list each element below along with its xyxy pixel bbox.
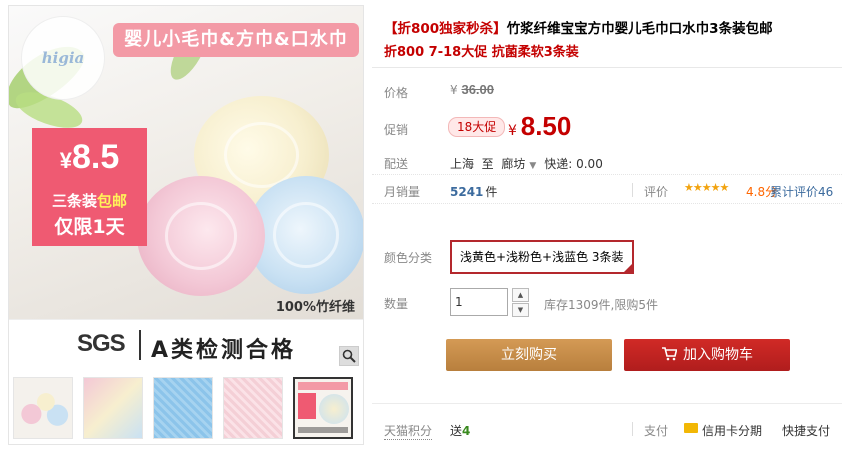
- buy-now-button[interactable]: 立刻购买: [446, 339, 612, 371]
- qty-decrease-button[interactable]: ▼: [512, 303, 529, 317]
- cart-icon: [662, 347, 678, 361]
- badge-line1-a: 三条装: [51, 192, 97, 210]
- badge-price: 8.5: [71, 138, 120, 176]
- promo-currency: ¥: [508, 123, 517, 139]
- thumbnail-2[interactable]: [83, 377, 143, 439]
- sgs-divider: [139, 330, 141, 360]
- brand-logo-text: higia: [41, 49, 85, 67]
- points-label[interactable]: 天猫积分: [384, 422, 433, 440]
- add-to-cart-button[interactable]: 加入购物车: [624, 339, 790, 371]
- installment-text: 信用卡分期: [702, 424, 763, 438]
- title-text: 竹浆纤维宝宝方巾婴儿毛巾口水巾3条装包邮: [506, 21, 773, 37]
- sku-area: 颜色分类 浅黄色+浅粉色+浅蓝色 3条装 数量 1 ▲ ▼ 库存1309件,限购…: [372, 223, 842, 345]
- chevron-down-icon[interactable]: ▼: [529, 161, 536, 171]
- shipping-label: 配送: [384, 157, 409, 171]
- thumbnail-5-caption: [298, 427, 348, 433]
- thumbnail-strip: [9, 371, 363, 444]
- rating-stars-icon: ★★★★★: [684, 181, 729, 194]
- promo-tag: 18大促: [448, 117, 506, 137]
- sales-unit: 件: [485, 185, 498, 199]
- stock-info: 库存1309件,限购5件: [544, 298, 658, 312]
- sales-row: 月销量 5241 件 评价 ★★★★★ 4.8分 累计评价46: [372, 174, 842, 204]
- product-subtitle: 折800 7-18大促 抗菌柔软3条装: [384, 45, 579, 60]
- thumbnail-1[interactable]: [13, 377, 73, 439]
- image-title-banner: 婴儿小毛巾&方巾&口水巾: [113, 23, 359, 57]
- fiber-label: 100%竹纤维: [275, 300, 355, 315]
- badge-currency: ¥: [59, 148, 72, 173]
- towel-pink: [137, 176, 265, 296]
- ship-fee: 快递: 0.00: [544, 157, 603, 171]
- quantity-input[interactable]: 1: [450, 288, 508, 316]
- rating-label: 评价: [644, 185, 669, 199]
- points-value: 送4: [450, 424, 471, 438]
- zoom-icon[interactable]: [339, 346, 359, 366]
- divider: [372, 67, 842, 68]
- thumbnail-3[interactable]: [153, 377, 213, 439]
- ship-destination-select[interactable]: 廊坊: [501, 157, 525, 171]
- shipping-info: 上海 至 廊坊 ▼ 快递: 0.00: [450, 155, 603, 172]
- separator: [632, 183, 633, 197]
- original-price-value: 36.00: [461, 82, 495, 97]
- thumbnail-4[interactable]: [223, 377, 283, 439]
- thumbnail-5[interactable]: [293, 377, 353, 439]
- promo-price: ¥ 8.50: [508, 111, 571, 142]
- add-to-cart-label: 加入购物车: [683, 347, 753, 363]
- badge-line1-b: 包邮: [97, 192, 128, 210]
- sgs-logo: SGS: [77, 330, 126, 357]
- reviews-link[interactable]: 累计评价46: [770, 183, 833, 200]
- payment-label: 支付: [644, 424, 669, 438]
- original-currency: ¥: [450, 83, 458, 97]
- image-price-badge: ¥8.5 三条装包邮 仅限1天: [32, 128, 147, 246]
- promo-price-value: 8.50: [520, 111, 572, 141]
- color-label: 颜色分类: [384, 251, 433, 265]
- color-option-button[interactable]: 浅黄色+浅粉色+浅蓝色 3条装: [450, 240, 634, 274]
- title-tag: 【折800独家秒杀】: [384, 21, 507, 37]
- quantity-label: 数量: [384, 297, 409, 311]
- sgs-text: A类检测合格: [151, 338, 297, 363]
- ship-to-word: 至: [481, 157, 494, 171]
- main-product-image[interactable]: higia 婴儿小毛巾&方巾&口水巾 ¥8.5 三条装包邮 仅限1天 100%竹…: [9, 6, 363, 319]
- sales-label: 月销量: [384, 185, 421, 199]
- sgs-strip: SGS A类检测合格: [9, 319, 363, 369]
- product-info: 【折800独家秒杀】竹浆纤维宝宝方巾婴儿毛巾口水巾3条装包邮 折800 7-18…: [372, 0, 842, 451]
- product-title: 【折800独家秒杀】竹浆纤维宝宝方巾婴儿毛巾口水巾3条装包邮: [384, 17, 773, 37]
- credit-card-icon: [684, 423, 698, 433]
- product-gallery: higia 婴儿小毛巾&方巾&口水巾 ¥8.5 三条装包邮 仅限1天 100%竹…: [8, 5, 364, 445]
- original-price: ¥ 36.00: [450, 82, 494, 97]
- bottom-row: 天猫积分 送4 支付 信用卡分期 快捷支付: [372, 403, 842, 451]
- color-option-text: 浅黄色+浅粉色+浅蓝色 3条装: [460, 250, 624, 264]
- brand-logo: higia: [21, 16, 105, 100]
- quick-pay-text: 快捷支付: [782, 424, 831, 438]
- selected-check-icon: [622, 263, 633, 273]
- qty-increase-button[interactable]: ▲: [512, 288, 529, 302]
- separator: [632, 422, 633, 436]
- ship-from: 上海: [450, 157, 475, 171]
- price-label: 价格: [384, 86, 409, 100]
- promo-label: 促销: [384, 123, 409, 137]
- sales-count: 5241 件: [450, 185, 498, 199]
- badge-line2: 仅限1天: [54, 216, 125, 238]
